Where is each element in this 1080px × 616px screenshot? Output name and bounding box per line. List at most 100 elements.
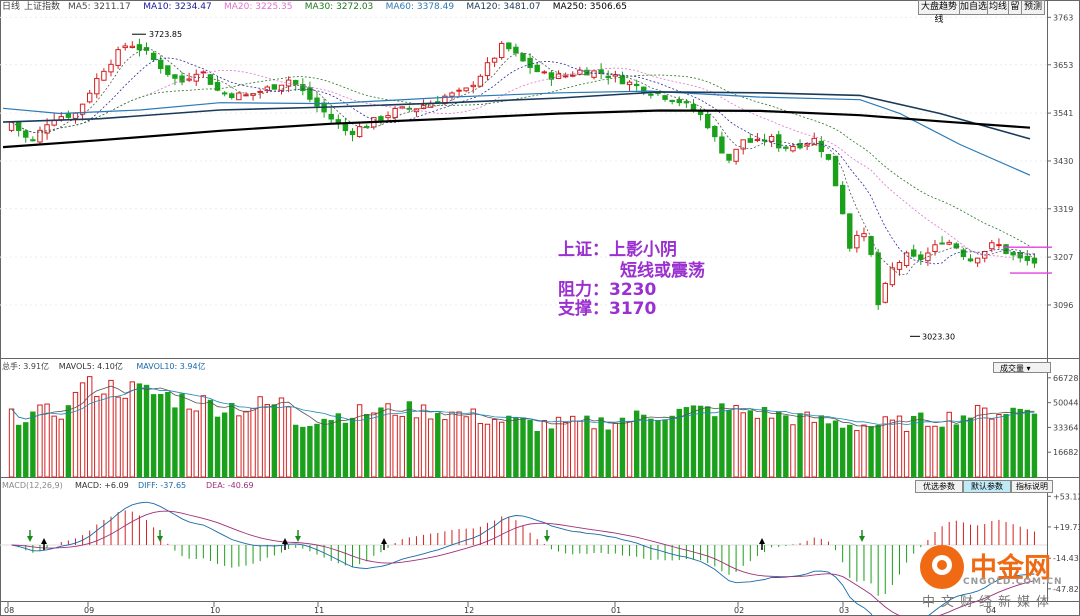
x-tick-3: 11 xyxy=(314,606,324,615)
volume-bar xyxy=(158,393,164,478)
volume-bar xyxy=(811,421,817,478)
volume-bar xyxy=(797,413,803,478)
volume-bar xyxy=(307,425,313,478)
note-button[interactable]: 留 xyxy=(1008,0,1022,15)
volume-bar xyxy=(491,419,498,478)
volume-bar xyxy=(854,430,860,478)
volume-bar xyxy=(449,411,455,478)
candle-body xyxy=(243,94,249,97)
legend-ma-0: MA5: 3211.17 xyxy=(68,2,131,12)
volume-bar xyxy=(804,411,810,478)
indicator-selector[interactable]: 成交量 ▾ xyxy=(993,362,1051,373)
volume-bar xyxy=(371,412,377,478)
volume-bar xyxy=(747,410,754,478)
candle-body xyxy=(683,101,690,104)
volume-bar xyxy=(214,416,221,478)
candle-body xyxy=(967,258,974,262)
volume-bar xyxy=(328,420,334,478)
volume-bar xyxy=(257,396,263,478)
candle-body xyxy=(875,252,881,306)
volume-bar xyxy=(413,417,420,478)
volume-bar xyxy=(704,406,711,478)
default-params-button[interactable]: 默认参数 xyxy=(963,480,1011,493)
candle-body xyxy=(804,143,810,146)
candle-body xyxy=(854,234,860,249)
x-tick-7: 03 xyxy=(839,606,849,615)
candle-body xyxy=(847,213,853,249)
candle-body xyxy=(918,254,924,260)
candle-body xyxy=(704,113,711,129)
volume-bar xyxy=(51,415,57,478)
candle-body xyxy=(910,249,917,257)
volume-bar xyxy=(541,420,548,478)
candle-body xyxy=(356,126,363,138)
candlestick-series xyxy=(8,38,1038,310)
candle-body xyxy=(903,252,910,267)
legend-ma-1: MA10: 3234.47 xyxy=(143,2,211,12)
volume-bar xyxy=(65,405,72,478)
price-tick-3: 3430 xyxy=(1053,157,1073,166)
candle-body xyxy=(1003,244,1009,255)
macd-legend-2: DIFF: -37.65 xyxy=(138,481,186,490)
volume-bar xyxy=(740,412,746,478)
volume-bar xyxy=(839,427,846,478)
volume-bar xyxy=(527,419,533,478)
volume-bar xyxy=(875,424,881,478)
ma60-line xyxy=(2,90,1031,176)
volume-bar xyxy=(562,421,569,478)
logo-url: CNGOLD.COM.CN xyxy=(963,577,1063,587)
candle-body xyxy=(932,244,938,253)
trendline-button[interactable]: 大盘趋势线 xyxy=(918,0,960,25)
candle-body xyxy=(72,112,79,119)
candle-body xyxy=(278,84,285,91)
optimize-params-button[interactable]: 优选参数 xyxy=(915,480,963,493)
legend-ma-4: MA60: 3378.49 xyxy=(386,2,455,12)
candle-body xyxy=(115,49,121,66)
chevron-down-icon: ▾ xyxy=(1026,364,1031,373)
volume-bar xyxy=(626,420,633,478)
candle-body xyxy=(484,62,491,77)
volume-bar xyxy=(1010,407,1016,478)
macd-legend-1: MACD: +6.09 xyxy=(75,481,129,490)
volume-bar xyxy=(683,407,690,478)
volume-bar xyxy=(23,422,29,478)
price-tick-6: 3096 xyxy=(1053,301,1073,310)
candle-body xyxy=(229,93,235,98)
candle-body xyxy=(839,184,846,215)
candle-body xyxy=(65,113,72,118)
volume-bar xyxy=(435,412,441,478)
candle-body xyxy=(207,74,214,85)
candle-body xyxy=(491,57,498,63)
volume-bar xyxy=(477,423,484,478)
ma-button[interactable]: 均线 xyxy=(987,0,1009,15)
volume-bar xyxy=(506,415,512,478)
add-watchlist-button[interactable]: 加自选 xyxy=(959,0,988,15)
volume-bar xyxy=(776,411,782,478)
candle-body xyxy=(996,244,1002,247)
volume-bar xyxy=(641,414,647,478)
volume-bar xyxy=(200,395,207,478)
volume-bar xyxy=(847,424,853,478)
forecast-button[interactable]: 预测 xyxy=(1021,0,1045,15)
volume-bar xyxy=(378,407,384,478)
ma5-line xyxy=(11,47,1035,276)
candle-body xyxy=(221,92,228,95)
legend-ma-6: MA250: 3506.65 xyxy=(553,2,627,12)
ma30-line xyxy=(11,74,1035,249)
macd-tick-1: +19.73 xyxy=(1053,523,1080,532)
volume-bar xyxy=(94,396,100,478)
indicator-help-button[interactable]: 指标说明 xyxy=(1011,480,1053,493)
logo-slogan: 中文财经新媒体 xyxy=(922,595,1056,610)
candle-body xyxy=(122,45,128,49)
candle-body xyxy=(342,123,349,132)
candle-body xyxy=(832,155,839,187)
volume-bar xyxy=(456,411,462,478)
candle-body xyxy=(392,108,398,119)
legend-ma-2: MA20: 3225.35 xyxy=(224,2,292,12)
volume-bar xyxy=(420,404,427,478)
volume-bar xyxy=(783,415,789,478)
candle-body xyxy=(257,90,263,93)
candle-body xyxy=(172,74,178,79)
candle-body xyxy=(697,110,704,115)
volume-bar xyxy=(690,405,697,478)
